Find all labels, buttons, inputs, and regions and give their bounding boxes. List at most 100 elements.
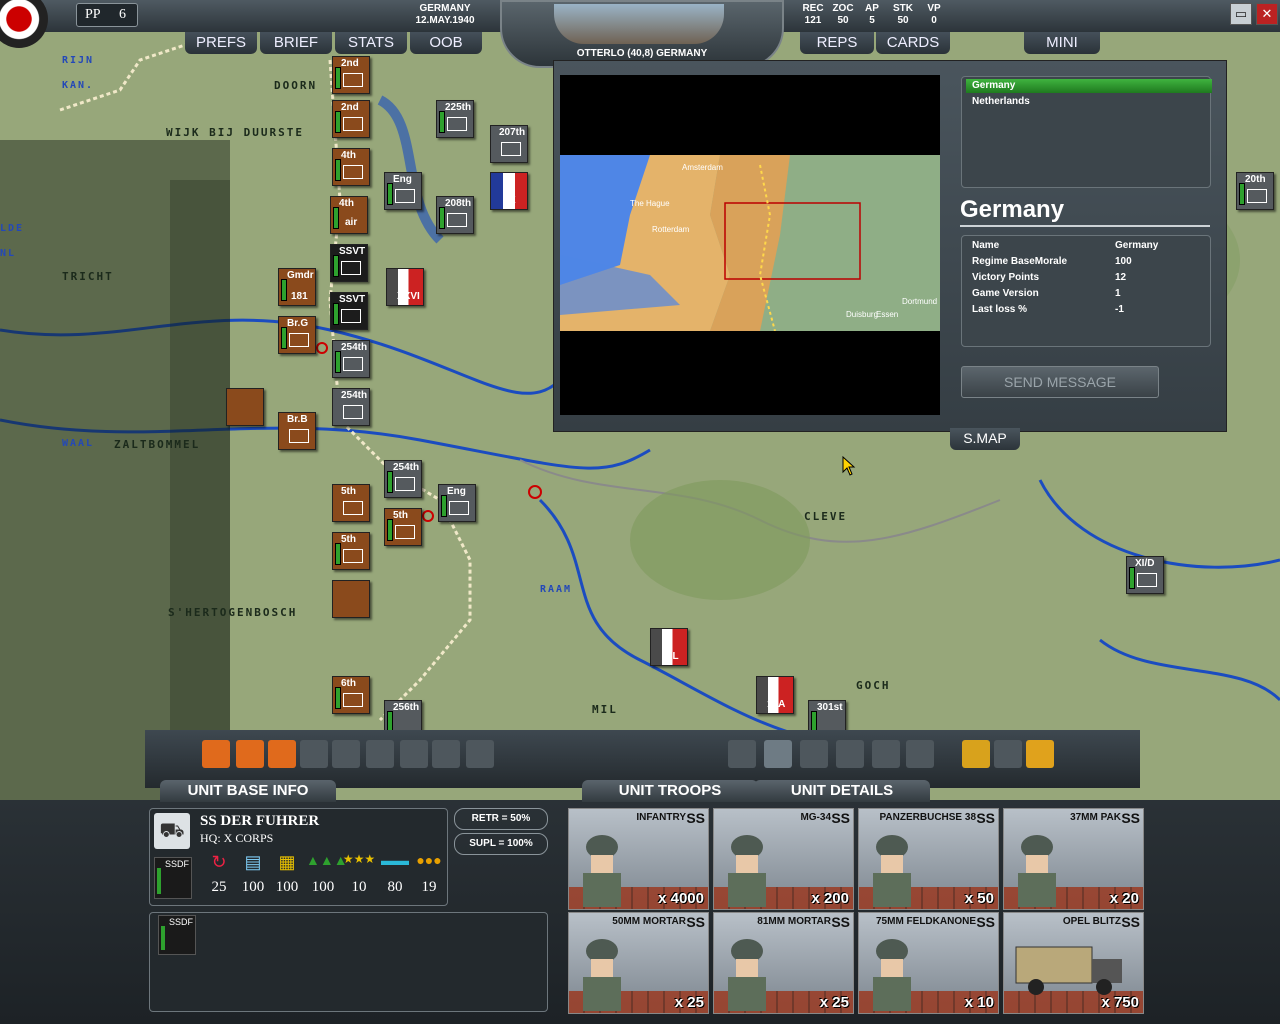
- map-unit[interactable]: [332, 580, 370, 618]
- minimap[interactable]: Amsterdam The Hague Rotterdam Duisburg E…: [560, 75, 940, 415]
- tab-brief[interactable]: BRIEF: [260, 32, 332, 54]
- tab-mini[interactable]: MINI: [1024, 32, 1100, 54]
- soldier-icon[interactable]: [300, 740, 328, 768]
- map-unit-french[interactable]: X: [490, 172, 528, 210]
- minimap-image: [560, 155, 940, 331]
- minimap-city-label: Dortmund: [902, 297, 938, 306]
- unit-icon[interactable]: [728, 740, 756, 768]
- trash-icon[interactable]: [906, 740, 934, 768]
- troop-card[interactable]: INFANTRY SS x 4000: [568, 808, 709, 910]
- location-label: OTTERLO (40,8) GERMANY: [576, 48, 708, 59]
- map-unit[interactable]: XI/D: [1126, 556, 1164, 594]
- stat-entrenchment: ▬▬ 80: [381, 852, 409, 895]
- map-unit[interactable]: 4th air: [330, 196, 368, 234]
- pp-label: PP: [85, 7, 101, 22]
- map-unit[interactable]: Eng: [438, 484, 476, 522]
- troop-card[interactable]: PANZERBUCHSE 38 SS x 50: [858, 808, 999, 910]
- soldiers-icon[interactable]: [332, 740, 360, 768]
- map-unit[interactable]: 207th: [490, 125, 528, 163]
- zoom-out-icon[interactable]: [800, 740, 828, 768]
- report-icon[interactable]: [962, 740, 990, 768]
- flag-add-icon[interactable]: [268, 740, 296, 768]
- move-up-all-icon[interactable]: [236, 740, 264, 768]
- water-label: RAAM: [540, 584, 573, 595]
- map-unit[interactable]: Eng: [384, 172, 422, 210]
- info-row: Game Version 1: [972, 288, 1121, 299]
- map-unit[interactable]: 4th: [332, 148, 370, 186]
- map-unit[interactable]: 5th: [332, 532, 370, 570]
- map-unit[interactable]: 254th: [384, 460, 422, 498]
- sub-units-panel: SSDF: [149, 912, 548, 1012]
- unit-name: SS DER FUHRER: [200, 813, 320, 829]
- info-row: Name Germany: [972, 240, 1159, 251]
- map-unit[interactable]: SSVT: [330, 244, 368, 282]
- hand-icon[interactable]: [366, 740, 394, 768]
- zoom-in-icon[interactable]: [836, 740, 864, 768]
- soldier-icon: [583, 835, 621, 907]
- mouse-cursor-icon: [842, 456, 856, 476]
- map-unit[interactable]: SSVT: [330, 292, 368, 330]
- map-unit-french[interactable]: XXVI: [386, 268, 424, 306]
- minimize-button[interactable]: ▭: [1230, 3, 1252, 25]
- soldier-icon: [873, 835, 911, 907]
- soldier-icon: [728, 835, 766, 907]
- map-unit[interactable]: 225th: [436, 100, 474, 138]
- stat-zoc-value: 50: [837, 15, 849, 26]
- zoom-reset-icon[interactable]: [872, 740, 900, 768]
- map-unit[interactable]: 5th: [384, 508, 422, 546]
- explosion-icon[interactable]: [432, 740, 460, 768]
- troop-card[interactable]: OPEL BLITZ SS x 750: [1003, 912, 1144, 1014]
- info-row: Regime BaseMorale 100: [972, 256, 1132, 267]
- tab-unit-details[interactable]: UNIT DETAILS: [754, 780, 930, 802]
- map-unit[interactable]: 5th: [332, 484, 370, 522]
- unit-counter[interactable]: SSDF: [154, 857, 192, 899]
- tab-oob[interactable]: OOB: [410, 32, 482, 54]
- water-label: NL: [0, 248, 17, 259]
- tab-unit-base-info[interactable]: UNIT BASE INFO: [160, 780, 336, 802]
- info-icon[interactable]: [764, 740, 792, 768]
- map-unit[interactable]: 2nd: [332, 100, 370, 138]
- stat-strength: ▤ 100: [241, 852, 265, 895]
- sub-unit-counter[interactable]: SSDF: [158, 915, 196, 955]
- stat-experience: ★★★ 10: [342, 852, 376, 895]
- soldier-icon: [1018, 835, 1056, 907]
- minimap-city-label: Duisburg: [846, 310, 879, 319]
- end-turn-icon[interactable]: [1026, 740, 1054, 768]
- map-unit[interactable]: 208th: [436, 196, 474, 234]
- map-unit[interactable]: 20th: [1236, 172, 1274, 210]
- city-label: TRICHT: [62, 270, 114, 283]
- map-unit[interactable]: Br.B: [278, 412, 316, 450]
- troop-card[interactable]: MG-34 SS x 200: [713, 808, 854, 910]
- minimap-city-label: Essen: [876, 310, 899, 319]
- map-unit[interactable]: 6th: [332, 676, 370, 714]
- info-row: Last loss % -1: [972, 304, 1124, 315]
- troop-card[interactable]: 75MM FELDKANONE SS x 10: [858, 912, 999, 1014]
- move-up-icon[interactable]: [202, 740, 230, 768]
- troop-card[interactable]: 81MM MORTAR SS x 25: [713, 912, 854, 1014]
- map-unit[interactable]: 2nd: [332, 56, 370, 94]
- tab-smap[interactable]: S.MAP: [950, 428, 1020, 450]
- tab-prefs[interactable]: PREFS: [185, 32, 257, 54]
- soldier-icon: [728, 939, 766, 1011]
- map-unit[interactable]: 254th: [332, 388, 370, 426]
- map-unit-french[interactable]: 18A: [756, 676, 794, 714]
- send-message-button[interactable]: SEND MESSAGE: [961, 366, 1159, 398]
- troop-card[interactable]: 37MM PAK SS x 20: [1003, 808, 1144, 910]
- minimap-city-label: Rotterdam: [652, 225, 690, 234]
- tab-unit-troops[interactable]: UNIT TROOPS: [582, 780, 758, 802]
- map-unit[interactable]: Br.G: [278, 316, 316, 354]
- target-icon[interactable]: [400, 740, 428, 768]
- tab-stats[interactable]: STATS: [335, 32, 407, 54]
- cancel-icon[interactable]: [466, 740, 494, 768]
- close-button[interactable]: ✕: [1256, 3, 1278, 25]
- tab-cards[interactable]: CARDS: [876, 32, 950, 54]
- tab-reps[interactable]: REPS: [800, 32, 874, 54]
- map-unit[interactable]: [226, 388, 264, 426]
- troop-card[interactable]: 50MM MORTAR SS x 25: [568, 912, 709, 1014]
- country-list-item-selected[interactable]: Germany: [966, 79, 1212, 93]
- map-unit[interactable]: Gmdr 181: [278, 268, 316, 306]
- map-unit-french[interactable]: IXL: [650, 628, 688, 666]
- map-unit[interactable]: 254th: [332, 340, 370, 378]
- country-list-item[interactable]: Netherlands: [966, 95, 1212, 109]
- save-icon[interactable]: [994, 740, 1022, 768]
